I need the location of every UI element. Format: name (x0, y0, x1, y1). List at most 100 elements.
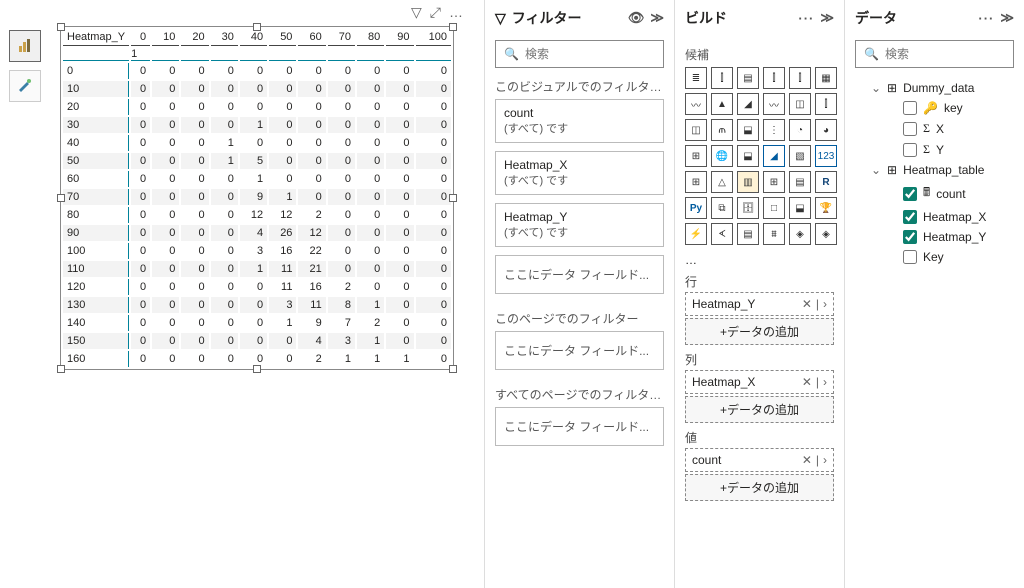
table-row[interactable]: 1100000111210000 (63, 261, 451, 277)
resize-handle[interactable] (253, 23, 261, 31)
viz-type-button[interactable]: ⫿ (815, 93, 837, 115)
viz-type-button[interactable]: ◢ (737, 93, 759, 115)
cols-field-chip[interactable]: Heatmap_X ✕|› (685, 370, 834, 394)
field-checkbox[interactable] (903, 101, 917, 115)
field-node[interactable]: ΣX (887, 118, 1014, 139)
field-node[interactable]: ΣY (887, 139, 1014, 160)
report-canvas[interactable]: ▽ ⤢ … Heatmap_Y01020304050607080901001 0… (50, 0, 484, 588)
values-field-chip[interactable]: count ✕|› (685, 448, 834, 472)
viz-type-button[interactable]: ⊞ (685, 171, 707, 193)
col-header[interactable]: 80 (357, 29, 384, 46)
visual-tool-button[interactable] (9, 30, 41, 62)
viz-type-button[interactable]: ≣ (685, 67, 707, 89)
filter-icon[interactable]: ▽ (411, 4, 422, 21)
viz-type-button[interactable]: ▦ (815, 67, 837, 89)
table-row[interactable]: 7000009100000 (63, 189, 451, 205)
col-header[interactable]: 60 (298, 29, 325, 46)
col-header[interactable]: 30 (211, 29, 238, 46)
viz-type-button[interactable]: ⊞ (685, 145, 707, 167)
filters-search[interactable]: 🔍 (495, 40, 664, 68)
format-tool-button[interactable] (9, 70, 41, 102)
filters-all-dropzone[interactable]: ここにデータ フィールド... (495, 407, 664, 446)
table-row[interactable]: 2000000000000 (63, 99, 451, 115)
data-search-input[interactable] (885, 47, 1005, 61)
resize-handle[interactable] (57, 23, 65, 31)
table-row[interactable]: 6000001000000 (63, 171, 451, 187)
remove-icon[interactable]: ✕ (802, 375, 812, 389)
table-row[interactable]: 14000000197200 (63, 315, 451, 331)
more-icon[interactable]: … (449, 4, 464, 21)
viz-type-button[interactable]: 🌐 (711, 145, 733, 167)
viz-type-button[interactable]: 🗄 (737, 197, 759, 219)
resize-handle[interactable] (449, 23, 457, 31)
viz-type-button[interactable]: ⫙ (711, 119, 733, 141)
field-node[interactable]: 🖩count (887, 180, 1014, 207)
viz-more-icon[interactable]: … (685, 253, 698, 267)
col-header[interactable]: 40 (240, 29, 267, 46)
viz-type-button[interactable]: ◫ (789, 93, 811, 115)
table-row[interactable]: 4000010000000 (63, 135, 451, 151)
rows-add-button[interactable]: +データの追加 (685, 318, 834, 345)
resize-handle[interactable] (57, 365, 65, 373)
col-header[interactable]: 100 (416, 29, 452, 46)
viz-type-button[interactable]: ⬓ (737, 145, 759, 167)
field-node[interactable]: 🔑key (887, 98, 1014, 118)
more-icon[interactable]: ··· (978, 11, 994, 26)
focus-icon[interactable]: ⤢ (430, 4, 441, 21)
col-header[interactable]: 20 (181, 29, 208, 46)
filter-card[interactable]: count(すべて) です (495, 99, 664, 143)
viz-type-button[interactable]: ▤ (789, 171, 811, 193)
resize-handle[interactable] (449, 194, 457, 202)
col-header[interactable]: 90 (386, 29, 413, 46)
more-icon[interactable]: ··· (798, 11, 814, 26)
table-row[interactable]: 000000000000 (63, 63, 451, 79)
field-node[interactable]: Key (887, 247, 1014, 267)
table-row[interactable]: 1000000316220000 (63, 243, 451, 259)
viz-type-button[interactable]: ⫿ (789, 67, 811, 89)
viz-type-button[interactable]: ◔ (789, 119, 811, 141)
filters-page-dropzone[interactable]: ここにデータ フィールド... (495, 331, 664, 370)
viz-type-button[interactable]: R (815, 171, 837, 193)
filters-search-input[interactable] (525, 47, 655, 61)
viz-type-button[interactable]: ⫿ (711, 67, 733, 89)
field-checkbox[interactable] (903, 143, 917, 157)
table-node[interactable]: ⌄⊞Dummy_data (871, 78, 1014, 98)
field-node[interactable]: Heatmap_X (887, 207, 1014, 227)
resize-handle[interactable] (449, 365, 457, 373)
viz-type-button[interactable]: ⬓ (737, 119, 759, 141)
cols-add-button[interactable]: +データの追加 (685, 396, 834, 423)
chevron-right-icon[interactable]: › (823, 297, 827, 311)
viz-type-button[interactable]: ▥ (737, 171, 759, 193)
viz-type-button[interactable]: △ (711, 171, 733, 193)
matrix-visual[interactable]: Heatmap_Y01020304050607080901001 0000000… (60, 26, 454, 370)
viz-type-button[interactable]: ⧉ (711, 197, 733, 219)
chevron-down-icon[interactable]: ⌄ (871, 81, 881, 95)
table-row[interactable]: 5000015000000 (63, 153, 451, 169)
col-header[interactable]: 10 (152, 29, 179, 46)
resize-handle[interactable] (57, 194, 65, 202)
chevron-right-icon[interactable]: › (823, 453, 827, 467)
viz-type-button[interactable]: ▤ (737, 223, 759, 245)
col-header[interactable]: 70 (328, 29, 355, 46)
viz-type-button[interactable]: ⚡ (685, 223, 707, 245)
viz-type-button[interactable]: 〰 (763, 93, 785, 115)
viz-type-button[interactable]: ◕ (815, 119, 837, 141)
chevron-right-icon[interactable]: › (823, 375, 827, 389)
rows-field-chip[interactable]: Heatmap_Y ✕|› (685, 292, 834, 316)
chevron-down-icon[interactable]: ⌄ (871, 163, 881, 177)
viz-type-button[interactable]: 🏆 (815, 197, 837, 219)
field-checkbox[interactable] (903, 122, 917, 136)
collapse-icon[interactable]: ≫ (820, 10, 834, 26)
viz-type-button[interactable]: ◫ (685, 119, 707, 141)
viz-type-button[interactable]: Py (685, 197, 707, 219)
viz-type-button[interactable]: ◈ (789, 223, 811, 245)
filters-visual-dropzone[interactable]: ここにデータ フィールド... (495, 255, 664, 294)
viz-type-button[interactable]: ⊞ (763, 171, 785, 193)
viz-type-button[interactable]: 〰 (685, 93, 707, 115)
col-header[interactable]: 0 (131, 29, 150, 46)
filter-card[interactable]: Heatmap_X(すべて) です (495, 151, 664, 195)
field-checkbox[interactable] (903, 230, 917, 244)
table-row[interactable]: 1000000000000 (63, 81, 451, 97)
table-row[interactable]: 1200000011162000 (63, 279, 451, 295)
remove-icon[interactable]: ✕ (802, 453, 812, 467)
